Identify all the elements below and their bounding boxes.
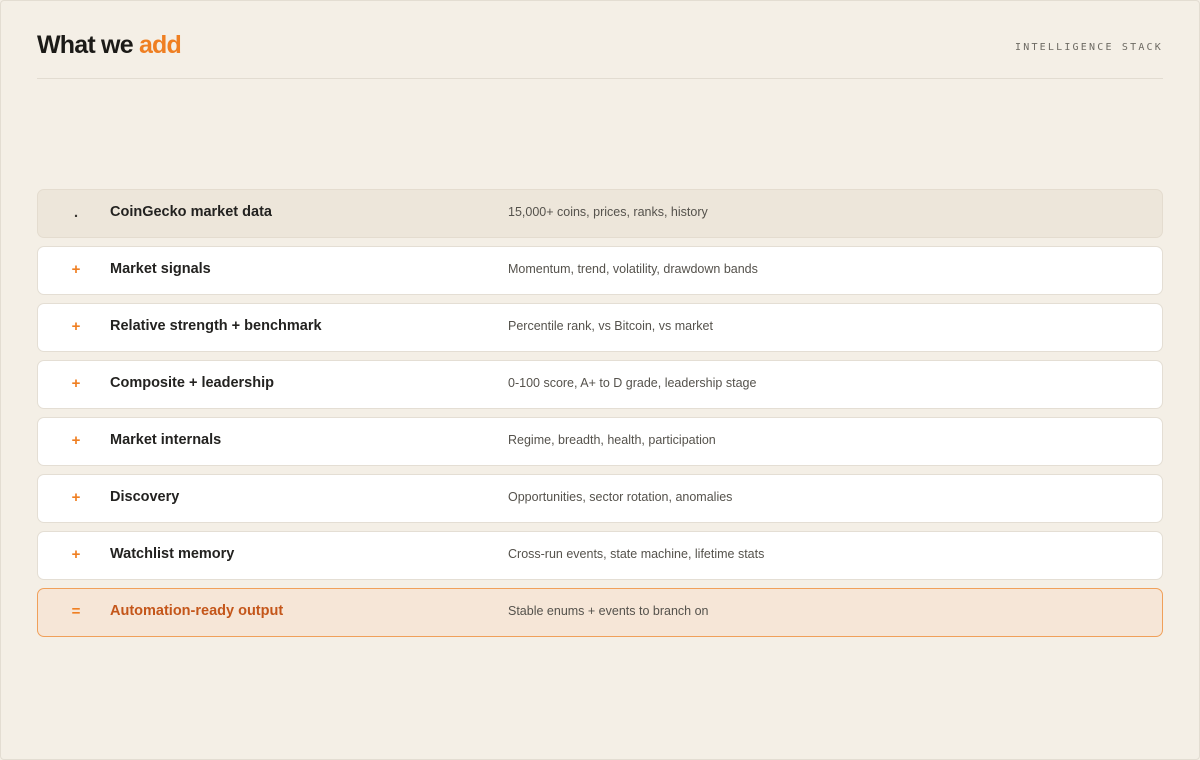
row-name: Automation-ready output xyxy=(110,603,284,619)
stack-row: + Discovery Opportunities, sector rotati… xyxy=(37,474,1163,523)
row-description: Momentum, trend, volatility, drawdown ba… xyxy=(508,262,758,276)
stack-row: + Watchlist memory Cross-run events, sta… xyxy=(37,531,1163,580)
plus-icon: + xyxy=(71,319,81,336)
row-description: 0-100 score, A+ to D grade, leadership s… xyxy=(508,376,757,390)
section-header: What we add INTELLIGENCE STACK xyxy=(37,30,1163,79)
row-description: Regime, breadth, health, participation xyxy=(508,433,716,447)
row-description: Opportunities, sector rotation, anomalie… xyxy=(508,490,733,504)
row-name: Discovery xyxy=(110,489,180,505)
plus-icon: + xyxy=(71,433,81,450)
row-name: Market signals xyxy=(110,261,211,277)
row-description: Stable enums + events to branch on xyxy=(508,604,709,618)
stack-row: . CoinGecko market data 15,000+ coins, p… xyxy=(37,189,1163,238)
title-accent: add xyxy=(138,31,182,59)
row-description: Cross-run events, state machine, lifetim… xyxy=(508,547,765,561)
row-symbol: . xyxy=(71,205,81,222)
row-name: Relative strength + benchmark xyxy=(110,318,322,334)
plus-icon: + xyxy=(71,490,81,507)
section-eyebrow: INTELLIGENCE STACK xyxy=(1015,42,1163,53)
equals-icon: = xyxy=(71,604,81,621)
row-name: Watchlist memory xyxy=(110,546,235,562)
row-name: CoinGecko market data xyxy=(110,204,272,220)
stack-result-row: = Automation-ready output Stable enums +… xyxy=(37,588,1163,637)
row-description: Percentile rank, vs Bitcoin, vs market xyxy=(508,319,713,333)
stack-row: + Relative strength + benchmark Percenti… xyxy=(37,303,1163,352)
row-name: Composite + leadership xyxy=(110,375,274,391)
stack-row: + Market internals Regime, breadth, heal… xyxy=(37,417,1163,466)
intelligence-stack: . CoinGecko market data 15,000+ coins, p… xyxy=(37,189,1163,645)
title-main: What we xyxy=(37,31,134,59)
stack-row: + Composite + leadership 0-100 score, A+… xyxy=(37,360,1163,409)
plus-icon: + xyxy=(71,262,81,279)
page-title: What we add xyxy=(37,30,182,60)
stack-row: + Market signals Momentum, trend, volati… xyxy=(37,246,1163,295)
plus-icon: + xyxy=(71,376,81,393)
plus-icon: + xyxy=(71,547,81,564)
row-description: 15,000+ coins, prices, ranks, history xyxy=(508,205,708,219)
row-name: Market internals xyxy=(110,432,222,448)
